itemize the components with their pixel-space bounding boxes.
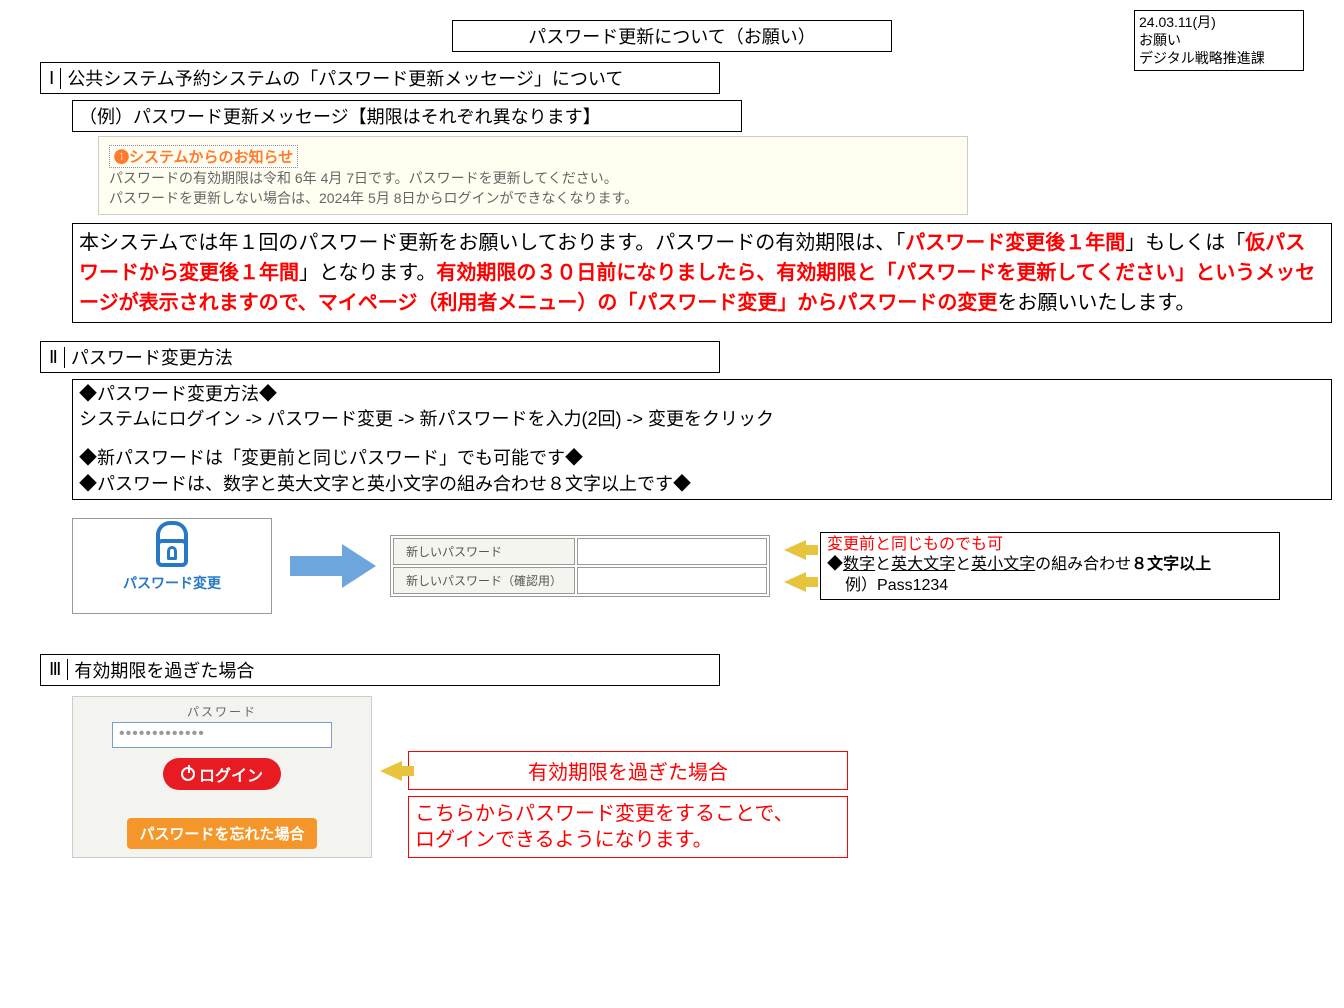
new-password-field[interactable] [577, 538, 767, 565]
notice-line-1: パスワードの有効期限は令和 6年 4月 7日です。パスワードを更新してください。 [109, 168, 957, 188]
password-change-illustration: パスワード変更 新しいパスワード 新しいパスワード（確認用） 変更前と同じもので… [72, 518, 1304, 614]
notice-header: ❶システムからのお知らせ [109, 145, 298, 168]
example-heading: （例）パスワード更新メッセージ【期限はそれぞれ異なります】 [72, 100, 742, 132]
power-icon [181, 767, 195, 781]
password-input[interactable]: ••••••••••••• [112, 722, 332, 748]
expired-text-box: こちらからパスワード変更をすることで、ログインできるようになります。 [408, 796, 848, 858]
confirm-password-label: 新しいパスワード（確認用） [393, 567, 575, 594]
meta-type: お願い [1139, 31, 1299, 49]
password-label: パスワード [83, 703, 361, 720]
meta-dept: デジタル戦略推進課 [1139, 49, 1299, 67]
notice-line-2: パスワードを更新しない場合は、2024年 5月 8日からログインができなくなりま… [109, 188, 957, 208]
section-1-heading: Ⅰ 公共システム予約システムの「パスワード更新メッセージ」について [40, 62, 720, 94]
section-2-text: パスワード変更方法 [71, 344, 233, 370]
document-meta: 24.03.11(月) お願い デジタル戦略推進課 [1134, 10, 1304, 71]
login-button[interactable]: ログイン [163, 758, 281, 790]
section-3-number: Ⅲ [47, 659, 68, 680]
system-notice: ❶システムからのお知らせ パスワードの有効期限は令和 6年 4月 7日です。パス… [98, 136, 968, 215]
forgot-password-button[interactable]: パスワードを忘れた場合 [127, 818, 316, 849]
confirm-password-field[interactable] [577, 567, 767, 594]
section-1-text: 公共システム予約システムの「パスワード更新メッセージ」について [67, 65, 623, 91]
password-change-label: パスワード変更 [123, 573, 221, 593]
meta-date: 24.03.11(月) [1139, 13, 1299, 31]
section-1-body: 本システムでは年１回のパスワード更新をお願いしております。パスワードの有効期限は… [72, 223, 1332, 323]
password-change-card[interactable]: パスワード変更 [72, 518, 272, 614]
arrow-left-icon [380, 761, 402, 781]
section-2-number: Ⅱ [47, 347, 65, 368]
section-2-heading: Ⅱ パスワード変更方法 [40, 341, 720, 373]
password-rule-note: 変更前と同じものでも可 ◆数字と英大文字と英小文字の組み合わせ８文字以上 例）P… [820, 532, 1280, 600]
expired-section: パスワード ••••••••••••• ログイン パスワードを忘れた場合 有効期… [72, 696, 1304, 858]
login-panel: パスワード ••••••••••••• ログイン パスワードを忘れた場合 [72, 696, 372, 858]
section-3-heading: Ⅲ 有効期限を過ぎた場合 [40, 654, 720, 686]
arrow-left-icon [784, 540, 806, 560]
expired-title-box: 有効期限を過ぎた場合 [408, 751, 848, 790]
arrow-left-icon [784, 572, 806, 592]
document-title: パスワード更新について（お願い） [452, 20, 892, 52]
lock-icon [156, 539, 188, 567]
section-3-text: 有効期限を過ぎた場合 [74, 657, 254, 683]
password-input-grid: 新しいパスワード 新しいパスワード（確認用） [390, 535, 770, 597]
section-1-number: Ⅰ [47, 68, 61, 89]
arrow-right-icon [342, 544, 376, 588]
password-change-instructions: ◆パスワード変更方法◆ システムにログイン -> パスワード変更 -> 新パスワ… [72, 379, 1332, 500]
new-password-label: 新しいパスワード [393, 538, 575, 565]
